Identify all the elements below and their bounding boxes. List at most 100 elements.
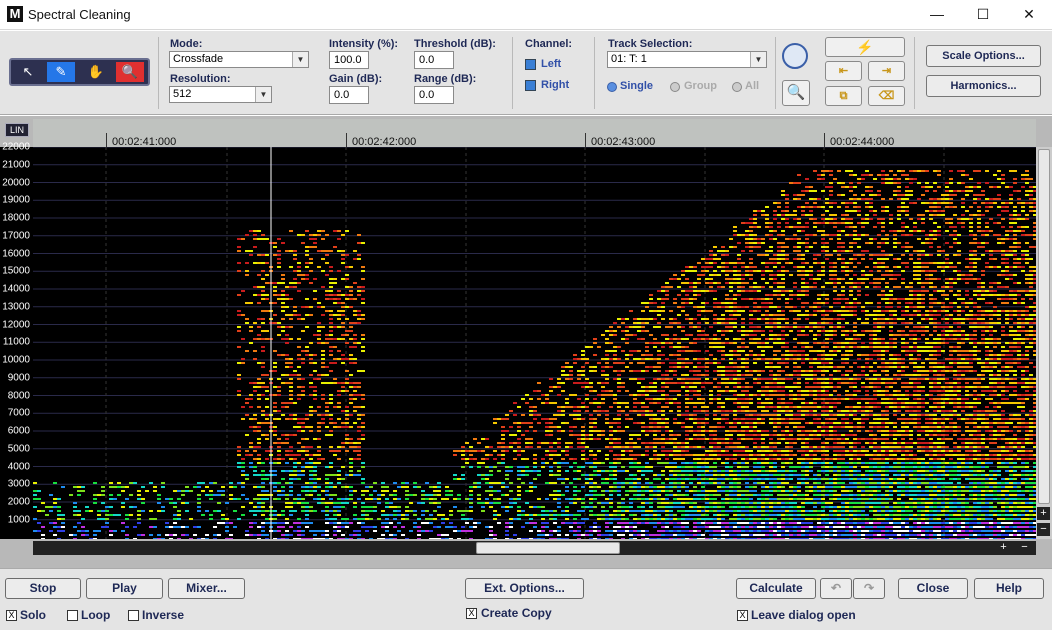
redo-button[interactable]: ↷ <box>853 578 885 599</box>
frequency-label: 2000 <box>7 496 30 508</box>
vertical-scrollbar[interactable]: + − <box>1036 147 1052 539</box>
separator <box>594 37 595 109</box>
gain-label: Gain (dB): <box>329 73 383 85</box>
inverse-label: Inverse <box>142 608 185 622</box>
chevron-down-icon: ▼ <box>255 87 271 102</box>
vertical-zoom-out-button[interactable]: − <box>1037 523 1050 536</box>
channel-label: Channel: <box>525 38 573 50</box>
eraser-icon[interactable]: ⌫ <box>868 86 905 106</box>
time-tick <box>824 133 825 147</box>
minimize-button[interactable]: — <box>914 0 960 30</box>
toolbar: ↖ ✎ ✋ 🔍 Mode: Crossfade ▼ Resolution: 512… <box>0 31 1052 115</box>
frequency-label: 11000 <box>2 336 30 348</box>
horizontal-zoom-out-button[interactable]: − <box>1018 541 1031 554</box>
lin-scale-toggle[interactable]: LIN <box>5 123 29 137</box>
spectrogram-plot[interactable] <box>33 147 1036 539</box>
close-button[interactable]: Close <box>898 578 968 599</box>
solo-label: Solo <box>20 608 46 622</box>
threshold-field[interactable]: 0.0 <box>414 51 454 69</box>
create-copy-checkbox[interactable]: X <box>466 608 477 619</box>
group-radio[interactable] <box>670 82 680 92</box>
time-tick <box>106 133 107 147</box>
help-button[interactable]: Help <box>974 578 1044 599</box>
close-window-button[interactable]: ✕ <box>1006 0 1052 30</box>
frequency-label: 18000 <box>2 212 30 224</box>
track-select[interactable]: 01: T: 1 ▼ <box>607 51 767 68</box>
shift-right-icon[interactable]: ⇥ <box>868 61 905 81</box>
window-title: Spectral Cleaning <box>28 7 131 22</box>
separator <box>512 37 513 109</box>
range-label: Range (dB): <box>414 73 477 85</box>
pointer-icon[interactable]: ↖ <box>14 62 42 82</box>
calculate-button[interactable]: Calculate <box>736 578 816 599</box>
frequency-label: 6000 <box>7 425 30 437</box>
gain-field[interactable]: 0.0 <box>329 86 369 104</box>
right-channel-checkbox[interactable] <box>525 80 536 91</box>
frequency-label: 5000 <box>7 443 30 455</box>
group-label: Group <box>684 80 717 92</box>
left-channel-checkbox[interactable] <box>525 59 536 70</box>
play-button[interactable]: Play <box>86 578 163 599</box>
track-value: 01: T: 1 <box>611 53 647 65</box>
stop-button[interactable]: Stop <box>5 578 81 599</box>
inverse-checkbox[interactable] <box>128 610 139 621</box>
all-label: All <box>745 80 760 92</box>
mixer-button[interactable]: Mixer... <box>168 578 245 599</box>
chevron-down-icon: ▼ <box>750 52 766 67</box>
pencil-icon[interactable]: ✎ <box>47 62 75 82</box>
frequency-label: 15000 <box>2 265 30 277</box>
scale-options-button[interactable]: Scale Options... <box>926 45 1041 67</box>
frequency-label: 1000 <box>7 514 30 526</box>
frequency-label: 3000 <box>7 478 30 490</box>
frequency-label: 22000 <box>2 141 30 153</box>
maximize-button[interactable]: ☐ <box>960 0 1006 30</box>
horizontal-scroll-thumb[interactable] <box>476 542 620 554</box>
copy-region-icon[interactable]: ⧉ <box>825 86 862 106</box>
left-channel-label: Left <box>541 58 562 70</box>
separator <box>914 37 915 109</box>
horizontal-zoom-in-button[interactable]: + <box>997 541 1010 554</box>
hand-icon[interactable]: ✋ <box>82 62 110 82</box>
frequency-label: 14000 <box>2 283 30 295</box>
tool-group: ↖ ✎ ✋ 🔍 <box>9 58 150 86</box>
resolution-label: Resolution: <box>170 73 231 85</box>
horizontal-scrollbar[interactable]: + − <box>33 541 1036 555</box>
loop-checkbox[interactable] <box>67 610 78 621</box>
solo-checkbox[interactable]: X <box>6 610 17 621</box>
frequency-label: 20000 <box>2 177 30 188</box>
vertical-zoom-in-button[interactable]: + <box>1037 507 1050 520</box>
mode-select[interactable]: Crossfade ▼ <box>169 51 309 68</box>
frequency-label: 12000 <box>2 319 30 330</box>
right-channel-label: Right <box>541 79 570 91</box>
single-radio[interactable] <box>607 82 617 92</box>
frequency-label: 7000 <box>7 407 30 419</box>
zoom-fit-icon[interactable]: 🔍 <box>782 80 810 106</box>
shift-left-icon[interactable]: ⇤ <box>825 61 862 81</box>
zoom-icon[interactable]: 🔍 <box>116 62 144 82</box>
threshold-label: Threshold (dB): <box>414 38 496 50</box>
bottom-bar: Stop Play Mixer... Ext. Options... Calcu… <box>0 568 1052 630</box>
leave-open-checkbox[interactable]: X <box>737 610 748 621</box>
frequency-label: 16000 <box>2 248 30 259</box>
resolution-select[interactable]: 512 ▼ <box>169 86 272 103</box>
range-field[interactable]: 0.0 <box>414 86 454 104</box>
frequency-axis: 22000 21000 20000 19000 18000 17000 16000 15000… <box>0 142 33 539</box>
lightning-button[interactable]: ⚡ <box>825 37 905 57</box>
time-tick <box>585 133 586 147</box>
intensity-label: Intensity (%): <box>329 38 399 50</box>
time-tick <box>346 133 347 147</box>
gauge-icon[interactable] <box>782 43 808 69</box>
ext-options-button[interactable]: Ext. Options... <box>465 578 584 599</box>
intensity-field[interactable]: 100.0 <box>329 51 369 69</box>
all-radio[interactable] <box>732 82 742 92</box>
spectrogram-canvas <box>33 147 1036 539</box>
vertical-scroll-thumb[interactable] <box>1038 149 1050 504</box>
undo-button[interactable]: ↶ <box>820 578 852 599</box>
frequency-label: 13000 <box>2 301 30 313</box>
frequency-label: 19000 <box>2 194 30 206</box>
time-ruler[interactable]: 00:02:41:000 00:02:42:000 00:02:43:000 0… <box>33 119 1036 148</box>
mode-label: Mode: <box>170 38 203 50</box>
single-label: Single <box>620 80 654 92</box>
frequency-label: 4000 <box>7 461 30 472</box>
harmonics-button[interactable]: Harmonics... <box>926 75 1041 97</box>
